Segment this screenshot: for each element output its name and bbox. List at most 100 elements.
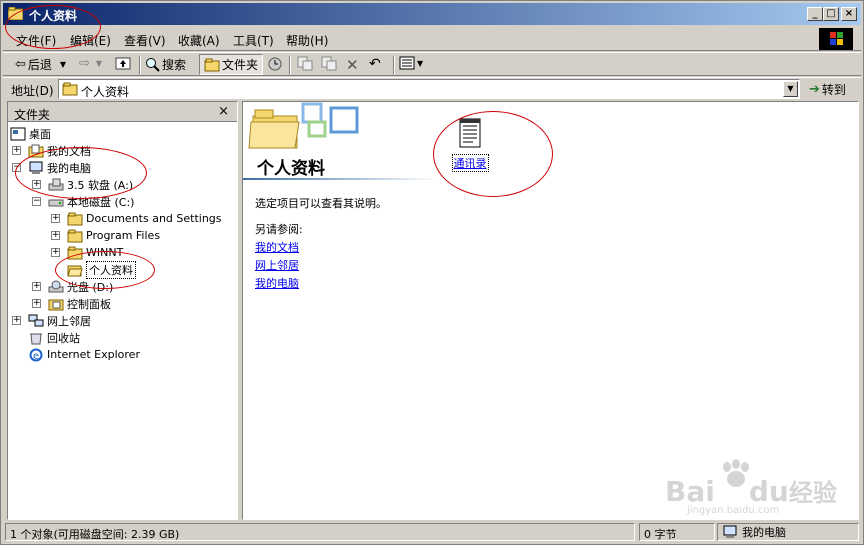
internet-explorer-icon: e bbox=[29, 348, 43, 362]
address-value: 个人资料 bbox=[81, 85, 130, 99]
folder-icon bbox=[62, 82, 78, 96]
watermark-suffix: du bbox=[748, 475, 789, 508]
expand-icon[interactable]: + bbox=[12, 316, 21, 325]
undo-icon: ↶ bbox=[369, 56, 381, 72]
folder-title: 个人资料 bbox=[257, 159, 325, 179]
chevron-down-icon: ▼ bbox=[95, 59, 103, 68]
my-computer-icon bbox=[723, 525, 737, 538]
menu-tools[interactable]: 工具(T) bbox=[233, 32, 274, 49]
menu-file[interactable]: 文件(F) bbox=[16, 32, 56, 49]
folder-icon bbox=[67, 246, 83, 259]
back-arrow-icon: ⇦ bbox=[15, 57, 26, 72]
tree-item-local-disk[interactable]: − 本地磁盘 (C:) bbox=[32, 193, 134, 210]
open-folder-icon bbox=[67, 265, 83, 276]
folder-pane-header: 文件夹 × bbox=[8, 102, 237, 122]
tree-item-network[interactable]: + 网上邻居 bbox=[12, 312, 91, 329]
link-my-documents[interactable]: 我的文档 bbox=[255, 239, 299, 255]
recycle-bin-icon bbox=[30, 333, 42, 344]
close-icon[interactable]: × bbox=[218, 104, 229, 119]
views-button[interactable]: ▼ bbox=[399, 56, 423, 70]
watermark-brand: Bai bbox=[665, 475, 715, 508]
file-address-book[interactable]: 通讯录 bbox=[447, 117, 493, 172]
link-my-computer[interactable]: 我的电脑 bbox=[255, 275, 299, 291]
tree-item-control-panel[interactable]: + 控制面板 bbox=[32, 295, 111, 312]
tree-item-documents-and-settings[interactable]: + Documents and Settings bbox=[51, 210, 222, 227]
expand-icon[interactable]: + bbox=[51, 248, 60, 257]
folder-icon bbox=[67, 229, 83, 242]
folders-button[interactable]: 文件夹 bbox=[199, 54, 264, 75]
delete-icon: ✕ bbox=[346, 56, 359, 74]
status-zone: 我的电脑 bbox=[717, 523, 859, 541]
network-icon bbox=[28, 314, 44, 326]
expand-icon[interactable]: + bbox=[12, 146, 21, 155]
link-network[interactable]: 网上邻居 bbox=[255, 257, 299, 273]
address-label: 地址(D) bbox=[11, 84, 54, 98]
back-label: 后退 bbox=[27, 58, 52, 72]
hard-disk-icon bbox=[48, 199, 64, 206]
see-also-label: 另请参阅: bbox=[255, 223, 303, 236]
maximize-button[interactable]: □ bbox=[823, 7, 839, 21]
minimize-button[interactable]: _ bbox=[807, 7, 823, 21]
tree-item-recycle-bin[interactable]: 回收站 bbox=[28, 329, 80, 346]
tree-item-my-documents[interactable]: + 我的文档 bbox=[12, 142, 91, 159]
tree-item-personal-data[interactable]: 个人资料 bbox=[67, 260, 136, 279]
folder-tree-pane: 文件夹 × 桌面 + 我的文档 − 我的电脑 + 3.5 软盘 (A:) − 本… bbox=[7, 101, 238, 520]
forward-arrow-icon: ⇨ bbox=[79, 56, 90, 71]
desktop-icon bbox=[10, 127, 26, 140]
collapse-icon[interactable]: − bbox=[32, 197, 41, 206]
floppy-drive-icon bbox=[48, 178, 64, 190]
watermark-url: jingyan.baidu.com bbox=[687, 505, 780, 516]
move-to-button[interactable] bbox=[297, 56, 313, 71]
address-input[interactable]: 个人资料 ▼ bbox=[58, 79, 800, 99]
up-folder-icon bbox=[115, 57, 131, 70]
expand-icon[interactable]: + bbox=[32, 180, 41, 189]
menu-bar: 文件(F) 编辑(E) 查看(V) 收藏(A) 工具(T) 帮助(H) bbox=[3, 27, 861, 51]
collapse-icon[interactable]: − bbox=[12, 163, 21, 172]
back-button[interactable]: ⇦ 后退 ▼ bbox=[15, 56, 66, 73]
baidu-watermark: Bai du经验 jingyan.baidu.com bbox=[661, 459, 851, 519]
copy-to-icon bbox=[321, 56, 337, 71]
toolbar-separator bbox=[139, 56, 141, 74]
expand-icon[interactable]: + bbox=[32, 282, 41, 291]
status-zone-label: 我的电脑 bbox=[742, 526, 786, 539]
svg-text:e: e bbox=[33, 351, 39, 362]
title-bar[interactable]: 个人资料 _ □ × bbox=[3, 3, 861, 25]
watermark-cn: 经验 bbox=[788, 479, 837, 507]
history-button[interactable] bbox=[267, 56, 283, 72]
close-button[interactable]: × bbox=[841, 7, 857, 21]
menu-view[interactable]: 查看(V) bbox=[124, 32, 166, 49]
toolbar-separator bbox=[289, 56, 291, 74]
tree-item-winnt[interactable]: + WINNT bbox=[51, 244, 123, 261]
delete-button[interactable]: ✕ bbox=[346, 56, 359, 74]
copy-to-button[interactable] bbox=[321, 56, 337, 71]
content-pane: 个人资料 选定项目可以查看其说明。 另请参阅: 我的文档 网上邻居 我的电脑 通… bbox=[242, 101, 859, 520]
expand-icon[interactable]: + bbox=[32, 299, 41, 308]
tree-item-program-files[interactable]: + Program Files bbox=[51, 227, 160, 244]
go-arrow-icon: ➔ bbox=[809, 82, 820, 97]
menu-favorites[interactable]: 收藏(A) bbox=[178, 32, 220, 49]
address-dropdown-button[interactable]: ▼ bbox=[783, 81, 798, 97]
up-folder-button[interactable] bbox=[115, 56, 131, 70]
tree-item-desktop[interactable]: 桌面 bbox=[10, 125, 51, 142]
search-icon bbox=[146, 58, 160, 72]
search-button[interactable]: 搜索 bbox=[145, 56, 186, 73]
folder-icon bbox=[204, 58, 220, 71]
tree-item-floppy[interactable]: + 3.5 软盘 (A:) bbox=[32, 176, 133, 193]
chevron-down-icon: ▼ bbox=[59, 60, 67, 69]
tree-item-cd-drive[interactable]: + 光盘 (D:) bbox=[32, 278, 113, 295]
tree-item-my-computer[interactable]: − 我的电脑 bbox=[12, 159, 91, 176]
status-objects: 1 个对象(可用磁盘空间: 2.39 GB) bbox=[5, 523, 635, 541]
forward-button[interactable]: ⇨ ▼ bbox=[79, 56, 102, 71]
go-button[interactable]: ➔ 转到 bbox=[809, 81, 846, 98]
menu-edit[interactable]: 编辑(E) bbox=[70, 32, 111, 49]
views-icon bbox=[399, 56, 415, 70]
search-label: 搜索 bbox=[162, 58, 187, 72]
expand-icon[interactable]: + bbox=[51, 231, 60, 240]
tree-item-internet-explorer[interactable]: e Internet Explorer bbox=[28, 346, 140, 363]
expand-icon[interactable]: + bbox=[51, 214, 60, 223]
explorer-window: 个人资料 _ □ × 文件(F) 编辑(E) 查看(V) 收藏(A) 工具(T)… bbox=[0, 0, 864, 545]
menu-help[interactable]: 帮助(H) bbox=[286, 32, 328, 49]
status-bar: 1 个对象(可用磁盘空间: 2.39 GB) 0 字节 我的电脑 bbox=[3, 522, 861, 542]
control-panel-icon bbox=[48, 299, 64, 310]
undo-button[interactable]: ↶ bbox=[369, 56, 381, 72]
